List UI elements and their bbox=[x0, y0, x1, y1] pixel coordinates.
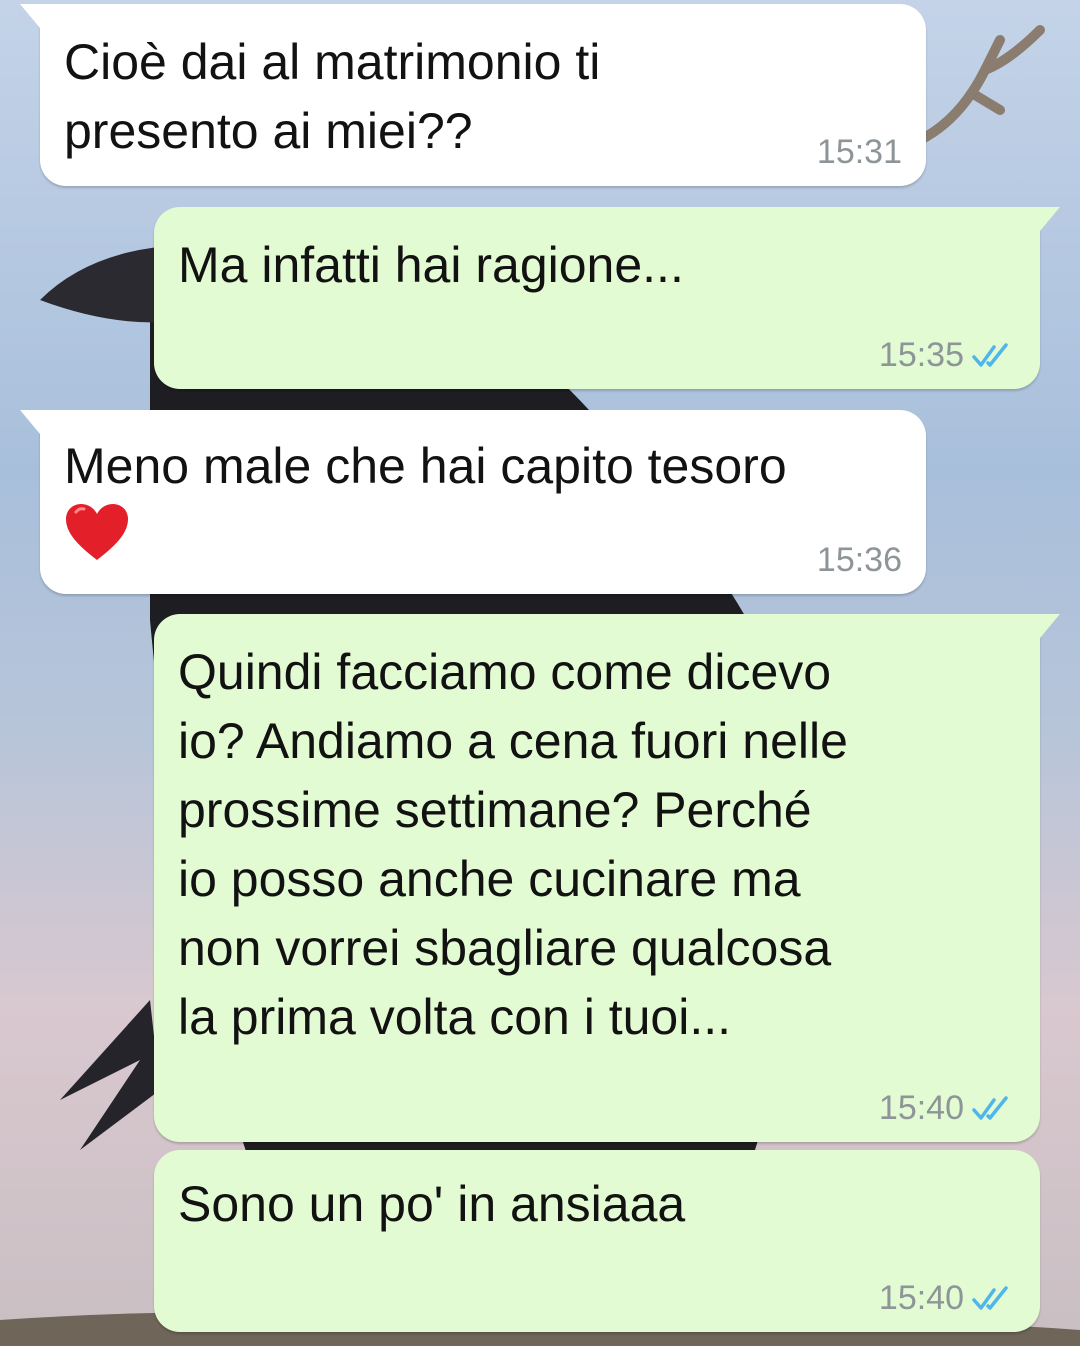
message-text: Quindi facciamo come dicevo io? Andiamo … bbox=[178, 644, 848, 1045]
message-meta: 15:40 bbox=[879, 1089, 1016, 1128]
message-text: Sono un po' in ansiaaa bbox=[178, 1176, 686, 1232]
message-meta: 15:40 bbox=[879, 1279, 1016, 1318]
message-time: 15:31 bbox=[816, 133, 902, 171]
double-check-read-icon bbox=[972, 342, 1008, 367]
incoming-message-bubble[interactable]: Meno male che hai capito tesoro 15:36 bbox=[20, 410, 926, 594]
outgoing-message-bubble[interactable]: Sono un po' in ansiaaa 15:40 bbox=[154, 1150, 1040, 1332]
outgoing-message-bubble[interactable]: Quindi facciamo come dicevo io? Andiamo … bbox=[154, 614, 1060, 1142]
message-text: Ma infatti hai ragione... bbox=[178, 237, 684, 293]
message-time: 15:36 bbox=[816, 541, 902, 579]
message-text: Cioè dai al matrimonio ti presento ai mi… bbox=[64, 34, 601, 159]
message-time: 15:40 bbox=[878, 1089, 964, 1127]
outgoing-message-bubble[interactable]: Ma infatti hai ragione... 15:35 bbox=[154, 207, 1060, 389]
message-meta: 15:31 bbox=[817, 133, 902, 172]
message-meta: 15:35 bbox=[879, 336, 1016, 375]
red-heart-icon bbox=[66, 504, 128, 560]
message-time: 15:35 bbox=[878, 336, 964, 374]
double-check-read-icon bbox=[972, 1095, 1008, 1120]
message-text: Meno male che hai capito tesoro bbox=[64, 438, 787, 494]
message-meta: 15:36 bbox=[817, 541, 902, 580]
double-check-read-icon bbox=[972, 1285, 1008, 1310]
message-time: 15:40 bbox=[878, 1279, 964, 1317]
incoming-message-bubble[interactable]: Cioè dai al matrimonio ti presento ai mi… bbox=[20, 4, 926, 186]
